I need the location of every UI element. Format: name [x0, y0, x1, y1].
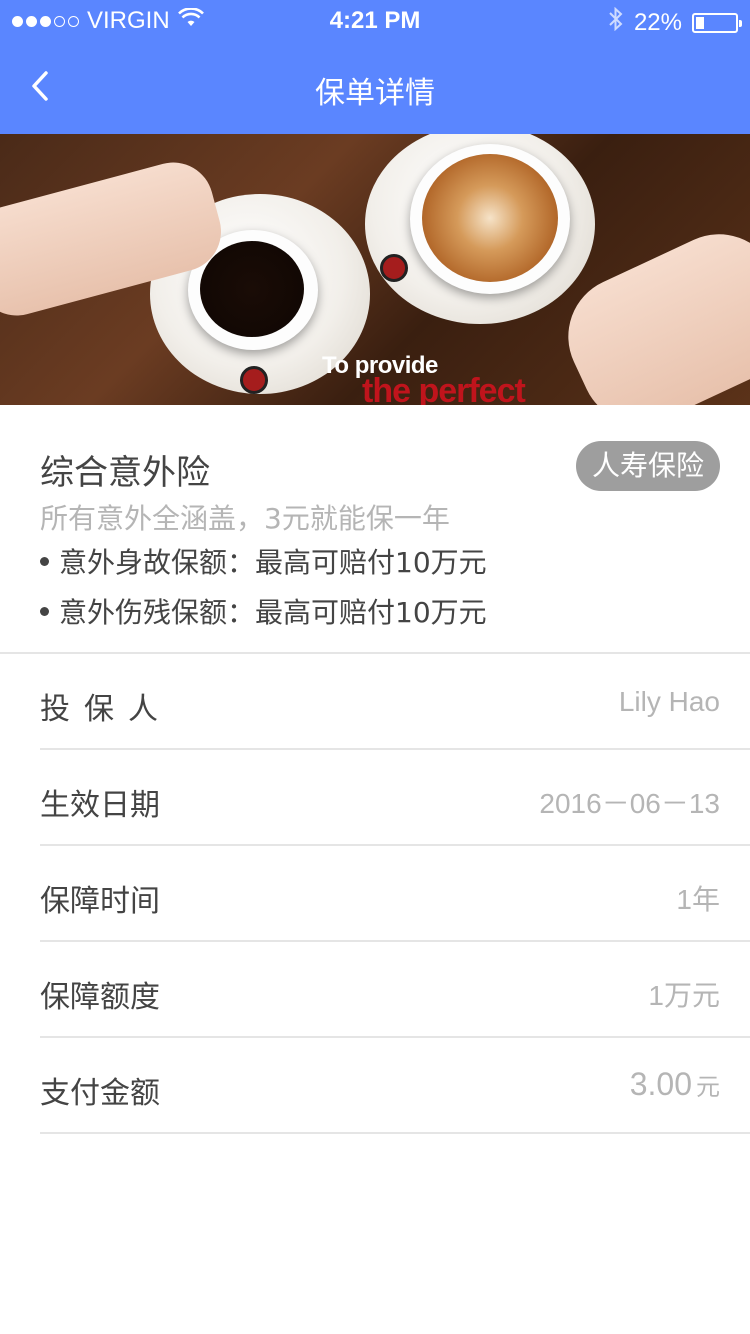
detail-value: 1年 [676, 884, 720, 915]
payment-unit: 元 [696, 1074, 720, 1101]
detail-label: 支付金额 [40, 1076, 160, 1111]
coverage-bullet: 意外身故保额：最高可赔付10万元 [40, 541, 487, 581]
detail-label: 投保人 [40, 692, 172, 727]
bullet-dot-icon [40, 606, 49, 616]
coverage-bullet: 意外伤残保额：最高可赔付10万元 [40, 591, 487, 631]
battery-percent: 22% [633, 8, 682, 36]
detail-row-payment-amount: 支付金额 3.00 元 [0, 1038, 750, 1134]
bullet-dot-icon [40, 556, 49, 566]
detail-row-policyholder: 投保人 Lily Hao [0, 654, 750, 750]
coverage-text: 意外身故保额：最高可赔付10万元 [59, 546, 487, 579]
black-coffee [200, 241, 304, 337]
status-bar: VIRGIN 4:21 PM 22% [0, 0, 750, 40]
status-right: 22% [608, 6, 742, 38]
policy-details: 投保人 Lily Hao 生效日期 2016－06－13 保障时间 1年 保障额… [0, 654, 750, 1134]
payment-value: 3.00 元 [630, 1066, 720, 1103]
row-divider [40, 1132, 750, 1134]
detail-value: Lily Hao [618, 686, 720, 717]
banner-image: To provide the perfect [0, 134, 750, 405]
banner-text-line2: the perfect [362, 372, 526, 405]
detail-label: 保障时间 [40, 884, 160, 919]
payment-amount: 3.00 [629, 1066, 692, 1102]
detail-value: 1万元 [648, 980, 720, 1011]
coverage-text: 意外伤残保额：最高可赔付10万元 [59, 596, 487, 629]
cup-logo-right [380, 254, 408, 282]
product-title: 综合意外险 [40, 453, 210, 493]
battery-icon [692, 12, 742, 33]
page-title: 保单详情 [315, 76, 435, 111]
detail-label: 生效日期 [40, 788, 160, 823]
nav-bar: 保单详情 [0, 40, 750, 134]
category-badge: 人寿保险 [575, 441, 720, 491]
detail-label: 保障额度 [40, 980, 160, 1015]
latte [422, 154, 558, 282]
bluetooth-icon [608, 6, 624, 38]
detail-row-coverage-period: 保障时间 1年 [0, 846, 750, 942]
detail-row-effective-date: 生效日期 2016－06－13 [0, 750, 750, 846]
detail-value: 2016－06－13 [539, 788, 720, 819]
detail-row-coverage-amount: 保障额度 1万元 [0, 942, 750, 1038]
product-subtitle: 所有意外全涵盖，3元就能保一年 [40, 502, 450, 535]
cup-logo-left [240, 366, 268, 394]
product-summary: 综合意外险 人寿保险 所有意外全涵盖，3元就能保一年 意外身故保额：最高可赔付1… [0, 405, 750, 652]
